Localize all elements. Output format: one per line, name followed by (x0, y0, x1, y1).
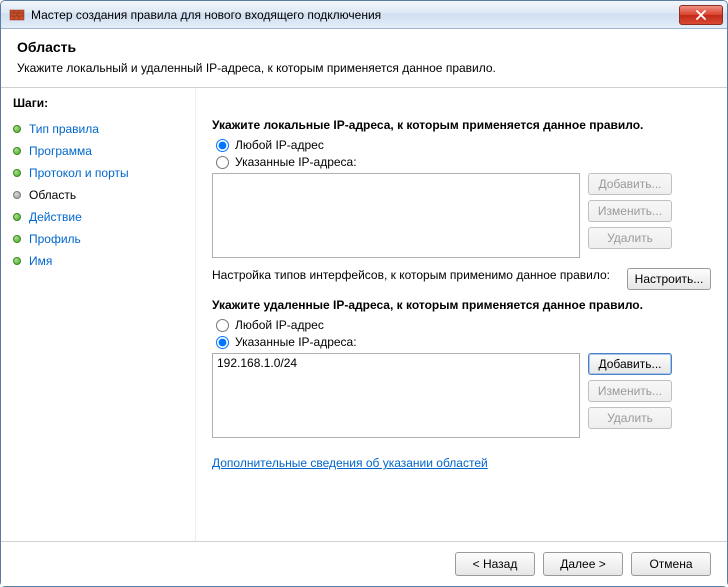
bullet-icon (13, 191, 21, 199)
interface-text: Настройка типов интерфейсов, к которым п… (212, 268, 619, 282)
step-label: Область (29, 188, 76, 202)
step-label: Программа (29, 144, 92, 158)
remote-edit-button[interactable]: Изменить... (588, 380, 672, 402)
page-subtitle: Укажите локальный и удаленный IP-адреса,… (17, 61, 711, 75)
step-protocol-ports[interactable]: Протокол и порты (13, 162, 183, 184)
remote-any-radio-row[interactable]: Любой IP-адрес (216, 318, 711, 332)
bullet-icon (13, 169, 21, 177)
step-profile[interactable]: Профиль (13, 228, 183, 250)
step-scope[interactable]: Область (13, 184, 183, 206)
remote-address-list[interactable]: 192.168.1.0/24 (212, 353, 580, 438)
remote-list-row: 192.168.1.0/24 Добавить... Изменить... У… (212, 353, 711, 438)
local-list-row: Добавить... Изменить... Удалить (212, 173, 711, 258)
remote-specific-label: Указанные IP-адреса: (235, 335, 357, 349)
local-any-radio-row[interactable]: Любой IP-адрес (216, 138, 711, 152)
local-address-list[interactable] (212, 173, 580, 258)
remote-section-title: Укажите удаленные IP-адреса, к которым п… (212, 298, 711, 312)
interface-row: Настройка типов интерфейсов, к которым п… (212, 268, 711, 290)
step-label: Тип правила (29, 122, 99, 136)
bullet-icon (13, 257, 21, 265)
step-label: Действие (29, 210, 82, 224)
help-link[interactable]: Дополнительные сведения об указании обла… (212, 456, 488, 470)
steps-list: Тип правила Программа Протокол и порты О… (13, 118, 183, 272)
local-specific-label: Указанные IP-адреса: (235, 155, 357, 169)
back-button[interactable]: < Назад (455, 552, 535, 576)
local-add-button[interactable]: Добавить... (588, 173, 672, 195)
close-button[interactable] (679, 5, 723, 25)
bullet-icon (13, 125, 21, 133)
firewall-icon (9, 7, 25, 23)
step-label: Профиль (29, 232, 81, 246)
remote-remove-button[interactable]: Удалить (588, 407, 672, 429)
bullet-icon (13, 213, 21, 221)
page-title: Область (17, 39, 711, 55)
bullet-icon (13, 235, 21, 243)
step-label: Протокол и порты (29, 166, 129, 180)
wizard-window: Мастер создания правила для нового входя… (0, 0, 728, 587)
local-remove-button[interactable]: Удалить (588, 227, 672, 249)
remote-specific-radio-row[interactable]: Указанные IP-адреса: (216, 335, 711, 349)
step-name[interactable]: Имя (13, 250, 183, 272)
remote-any-label: Любой IP-адрес (235, 318, 324, 332)
remote-buttons: Добавить... Изменить... Удалить (588, 353, 672, 429)
list-item[interactable]: 192.168.1.0/24 (217, 356, 575, 370)
local-specific-radio[interactable] (216, 156, 229, 169)
cancel-button[interactable]: Отмена (631, 552, 711, 576)
step-label: Имя (29, 254, 52, 268)
next-button[interactable]: Далее > (543, 552, 623, 576)
wizard-footer: < Назад Далее > Отмена (1, 541, 727, 586)
customize-interfaces-button[interactable]: Настроить... (627, 268, 711, 290)
titlebar: Мастер создания правила для нового входя… (1, 1, 727, 29)
step-rule-type[interactable]: Тип правила (13, 118, 183, 140)
local-any-radio[interactable] (216, 139, 229, 152)
bullet-icon (13, 147, 21, 155)
wizard-header: Область Укажите локальный и удаленный IP… (1, 29, 727, 88)
local-any-label: Любой IP-адрес (235, 138, 324, 152)
main-content: Укажите локальные IP-адреса, к которым п… (196, 88, 727, 541)
local-edit-button[interactable]: Изменить... (588, 200, 672, 222)
remote-specific-radio[interactable] (216, 336, 229, 349)
steps-sidebar: Шаги: Тип правила Программа Протокол и п… (1, 88, 196, 541)
window-title: Мастер создания правила для нового входя… (31, 8, 679, 22)
remote-any-radio[interactable] (216, 319, 229, 332)
wizard-body: Шаги: Тип правила Программа Протокол и п… (1, 88, 727, 541)
step-action[interactable]: Действие (13, 206, 183, 228)
local-section-title: Укажите локальные IP-адреса, к которым п… (212, 118, 711, 132)
steps-label: Шаги: (13, 96, 183, 110)
remote-add-button[interactable]: Добавить... (588, 353, 672, 375)
local-buttons: Добавить... Изменить... Удалить (588, 173, 672, 249)
step-program[interactable]: Программа (13, 140, 183, 162)
local-specific-radio-row[interactable]: Указанные IP-адреса: (216, 155, 711, 169)
